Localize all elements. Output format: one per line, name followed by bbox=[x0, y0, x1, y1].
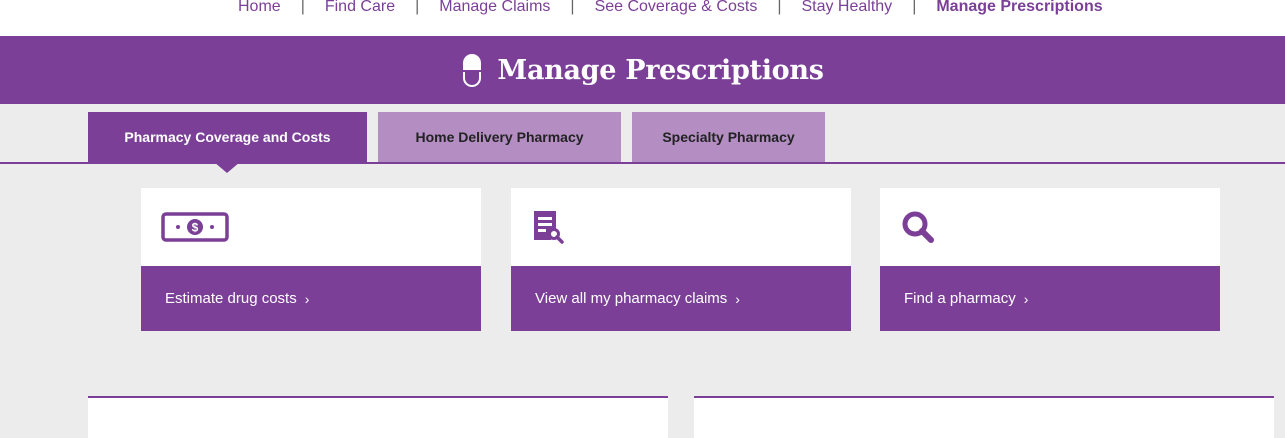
nav-manage-claims[interactable]: Manage Claims bbox=[439, 0, 550, 16]
card-label: Find a pharmacy bbox=[904, 290, 1016, 307]
chevron-right-icon: › bbox=[1023, 290, 1029, 307]
pill-capsule-icon bbox=[463, 54, 482, 87]
claims-document-icon bbox=[534, 211, 564, 244]
nav-separator: | bbox=[300, 0, 305, 15]
page-banner: Manage Prescriptions bbox=[0, 36, 1285, 104]
card-label: View all my pharmacy claims bbox=[535, 290, 728, 307]
search-icon bbox=[902, 211, 934, 243]
page-title: Manage Prescriptions bbox=[497, 54, 824, 86]
tab-specialty-pharmacy[interactable]: Specialty Pharmacy bbox=[632, 112, 825, 162]
card-link-estimate-drug-costs[interactable]: Estimate drug costs › bbox=[141, 266, 481, 331]
nav-stay-healthy[interactable]: Stay Healthy bbox=[801, 0, 892, 16]
tab-pharmacy-coverage-costs[interactable]: Pharmacy Coverage and Costs bbox=[88, 112, 367, 162]
active-tab-pointer bbox=[214, 162, 240, 173]
tab-home-delivery-pharmacy[interactable]: Home Delivery Pharmacy bbox=[378, 112, 621, 162]
nav-separator: | bbox=[415, 0, 420, 15]
svg-text:$: $ bbox=[192, 221, 199, 235]
card-estimate-drug-costs[interactable]: $ Estimate drug costs › bbox=[141, 188, 481, 331]
chevron-right-icon: › bbox=[304, 290, 310, 307]
chevron-right-icon: › bbox=[735, 290, 740, 307]
card-link-find-pharmacy[interactable]: Find a pharmacy › bbox=[880, 266, 1220, 331]
money-bill-icon: $ bbox=[161, 212, 229, 242]
card-find-pharmacy[interactable]: Find a pharmacy › bbox=[880, 188, 1220, 331]
top-nav-items: Home | Find Care | Manage Claims | See C… bbox=[238, 0, 1103, 16]
nav-separator: | bbox=[777, 0, 782, 15]
nav-see-coverage-costs[interactable]: See Coverage & Costs bbox=[595, 0, 758, 16]
card-view-pharmacy-claims[interactable]: View all my pharmacy claims › bbox=[511, 188, 851, 331]
card-label: Estimate drug costs bbox=[165, 290, 297, 307]
nav-find-care[interactable]: Find Care bbox=[325, 0, 395, 16]
nav-manage-prescriptions[interactable]: Manage Prescriptions bbox=[936, 0, 1102, 16]
pharmacy-tabs: Pharmacy Coverage and Costs Home Deliver… bbox=[0, 104, 1285, 173]
nav-separator: | bbox=[570, 0, 575, 15]
nav-separator: | bbox=[912, 0, 917, 15]
card-link-view-pharmacy-claims[interactable]: View all my pharmacy claims › bbox=[511, 266, 851, 331]
top-nav: Home | Find Care | Manage Claims | See C… bbox=[0, 0, 1285, 36]
tabs-underline bbox=[0, 162, 1285, 164]
nav-home[interactable]: Home bbox=[238, 0, 281, 16]
